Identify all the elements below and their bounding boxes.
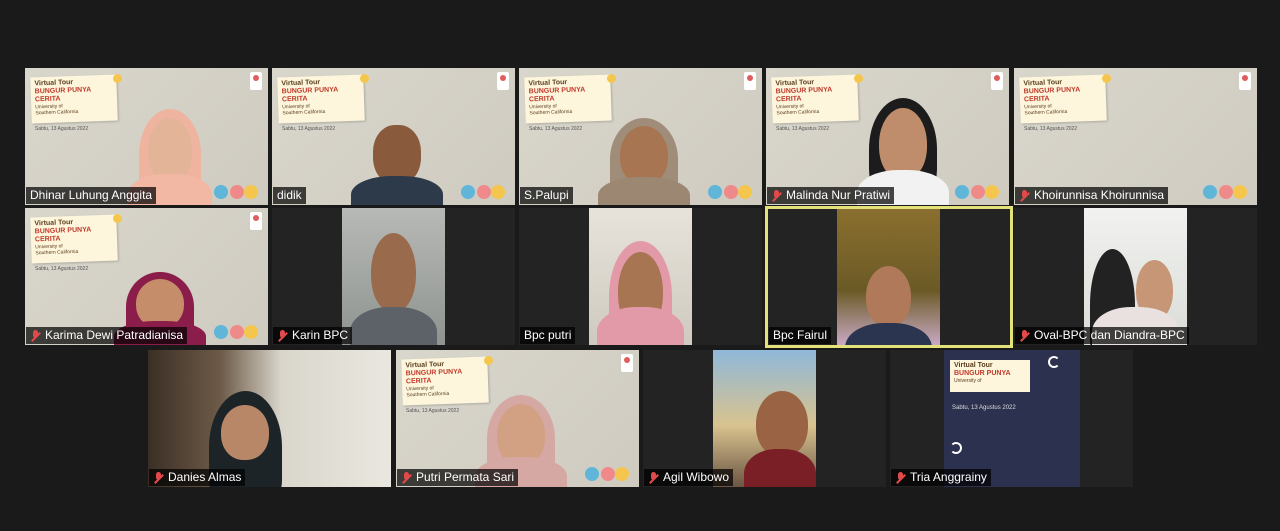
video-tile[interactable]: Bpc putri — [519, 208, 762, 345]
video-tile[interactable]: Oval-BPC dan Diandra-BPC — [1014, 208, 1257, 345]
participant-name: Karima Dewi Patradianisa — [26, 327, 188, 344]
participant-name: Malinda Nur Pratiwi — [767, 187, 895, 204]
mic-muted-icon — [1019, 189, 1030, 202]
participant-name: Khoirunnisa Khoirunnisa — [1015, 187, 1169, 204]
video-tile[interactable]: Agil Wibowo — [643, 350, 886, 487]
participant-name: Bpc Fairul — [769, 327, 832, 344]
participant-name: Oval-BPC dan Diandra-BPC — [1015, 327, 1189, 344]
mic-muted-icon — [648, 471, 659, 484]
mic-muted-icon — [1019, 329, 1030, 342]
logo-icon — [250, 212, 262, 230]
mic-muted-icon — [401, 471, 412, 484]
video-tile[interactable]: Virtual Tour BUNGUR PUNYA CERITA University… — [766, 68, 1009, 205]
mic-muted-icon — [277, 329, 288, 342]
video-tile[interactable]: Virtual Tour BUNGUR PUNYA CERITA University… — [25, 208, 268, 345]
logo-icon — [621, 354, 633, 372]
video-tile-active-speaker[interactable]: Bpc Fairul — [765, 206, 1013, 348]
participant-name: Putri Permata Sari — [397, 469, 519, 486]
video-tile[interactable]: Virtual Tour BUNGUR PUNYA CERITA University… — [396, 350, 639, 487]
video-tile[interactable]: Virtual Tour BUNGUR PUNYA CERITA University… — [1014, 68, 1257, 205]
logo-icon — [1239, 72, 1251, 90]
logo-icon — [991, 72, 1003, 90]
video-tile[interactable]: Virtual Tour BUNGUR PUNYA CERITA University… — [519, 68, 762, 205]
video-tile[interactable]: Virtual Tour BUNGUR PUNYA CERITA University… — [25, 68, 268, 205]
video-tile[interactable]: Virtual Tour BUNGUR PUNYA University of … — [890, 350, 1133, 487]
participant-name: Danies Almas — [149, 469, 246, 486]
participant-name: Karin BPC — [273, 327, 353, 344]
video-tile[interactable]: Virtual Tour BUNGUR PUNYA CERITA University… — [272, 68, 515, 205]
video-tile[interactable]: Karin BPC — [272, 208, 515, 345]
participant-name: Bpc putri — [520, 327, 576, 344]
mic-muted-icon — [30, 329, 41, 342]
logo-icon — [497, 72, 509, 90]
mic-muted-icon — [895, 471, 906, 484]
participant-name: Tria Anggrainy — [891, 469, 991, 486]
logo-icon — [744, 72, 756, 90]
video-tile[interactable]: Danies Almas — [148, 350, 391, 487]
mic-muted-icon — [153, 471, 164, 484]
logo-icon — [250, 72, 262, 90]
mic-muted-icon — [771, 189, 782, 202]
virtual-background: Virtual Tour BUNGUR PUNYA CERITA University… — [1014, 68, 1257, 205]
participant-name: Agil Wibowo — [644, 469, 734, 486]
participant-name: didik — [273, 187, 306, 204]
participant-name: S.Palupi — [520, 187, 573, 204]
participant-name: Dhinar Luhung Anggita — [26, 187, 157, 204]
